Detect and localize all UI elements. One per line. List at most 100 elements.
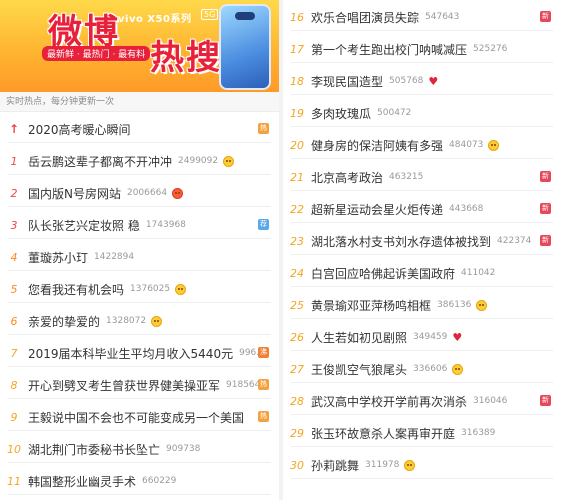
hot-search-item[interactable]: ↑ 2020高考暖心瞬间 热 [0, 116, 279, 143]
rank-number: 27 [290, 362, 304, 376]
hot-badge-icon: 新 [540, 171, 551, 182]
rank-number: 29 [290, 426, 304, 440]
hot-search-item[interactable]: 20 健身房的保洁阿姨有多强 484073 [283, 132, 561, 159]
search-count: 2006664 [126, 188, 168, 198]
hot-search-title[interactable]: 2019届本科毕业生平均月收入5440元 [28, 345, 233, 362]
hot-badge-icon: 热 [258, 379, 269, 390]
hot-search-title[interactable]: 武汉高中学校开学前再次消杀 [311, 393, 467, 410]
network-badge: 5G [201, 9, 219, 20]
hot-search-panel-left: 微博 热搜 vivo X50系列 5G 最新鲜 · 最热门 · 最有料 实时热点… [0, 0, 279, 500]
search-count: 918564 [226, 380, 261, 390]
hot-search-title[interactable]: 湖北荆门市委秘书长坠亡 [28, 441, 160, 458]
hot-search-item[interactable]: 16 欢乐合唱团演员失踪 547643 新 [283, 4, 561, 31]
hot-search-item[interactable]: 8 开心到劈叉考生曾获世界健美操亚军 918564 热 [0, 372, 279, 399]
hot-search-title[interactable]: 王毅说中国不会也不可能变成另一个美国 [28, 409, 244, 426]
hot-search-title[interactable]: 黄景瑜邓亚萍杨鸣相框 [311, 297, 431, 314]
hot-search-title[interactable]: 健身房的保洁阿姨有多强 [311, 137, 443, 154]
hot-search-title[interactable]: 孙莉跳舞 [311, 457, 359, 474]
hot-search-item[interactable]: 10 湖北荆门市委秘书长坠亡 909738 [0, 436, 279, 463]
rank-number: 19 [290, 106, 304, 120]
search-count: 316389 [461, 428, 496, 438]
search-count: 525276 [473, 44, 508, 54]
search-count: 386136 [437, 300, 472, 310]
hot-search-item[interactable]: 26 人生若如初见剧照 349459 ♥ [283, 324, 561, 351]
hot-search-title[interactable]: 超新星运动会星火炬传递 [311, 201, 443, 218]
banner-tagline: 最新鲜 · 最热门 · 最有料 [42, 46, 151, 61]
heart-icon: ♥ [452, 330, 463, 344]
search-count: 2499092 [178, 156, 219, 166]
emoji-icon [404, 459, 416, 471]
rank-number: 9 [10, 410, 18, 424]
weibo-hot-search-banner[interactable]: 微博 热搜 vivo X50系列 5G 最新鲜 · 最热门 · 最有料 [0, 0, 279, 92]
hot-search-list-right: 16 欢乐合唱团演员失踪 547643 新 17 第一个考生跑出校门呐喊减压 525276 1… [283, 4, 561, 500]
hot-search-title[interactable]: 白宫回应哈佛起诉美国政府 [311, 265, 455, 282]
hot-search-item[interactable]: 4 董璇苏小玎 1422894 [0, 244, 279, 271]
hot-badge-icon: 荐 [258, 219, 269, 230]
hot-search-title[interactable]: 开心到劈叉考生曾获世界健美操亚军 [28, 377, 220, 394]
search-count: 505768 [389, 76, 424, 86]
rank-number: 30 [290, 458, 304, 472]
hot-search-item[interactable]: 2 国内版N号房网站 2006664 [0, 180, 279, 207]
hot-search-item[interactable]: 27 王俊凯空气狼尾头 336606 [283, 356, 561, 383]
rank-number: 21 [290, 170, 304, 184]
update-notice: 实时热点，每分钟更新一次 [0, 92, 279, 112]
hot-search-title[interactable]: 北京高考政治 [311, 169, 383, 186]
hot-search-title[interactable]: 王俊凯空气狼尾头 [311, 361, 407, 378]
hot-badge-icon: 热 [258, 123, 269, 134]
hot-search-item[interactable]: 29 张玉环故意杀人案再审开庭 316389 [283, 420, 561, 447]
hot-search-list-left: ↑ 2020高考暖心瞬间热 1 岳云鹏这辈子都离不开冲冲 2499092 2 国内版N号房网… [0, 116, 279, 500]
hot-search-item[interactable]: 28 武汉高中学校开学前再次消杀 316046 新 [283, 388, 561, 415]
hot-search-panel-right: 16 欢乐合唱团演员失踪 547643 新 17 第一个考生跑出校门呐喊减压 525276 1… [283, 0, 561, 500]
search-count: 1376025 [130, 284, 171, 294]
search-count: 443668 [449, 204, 484, 214]
hot-search-title[interactable]: 李现民国造型 [311, 73, 383, 90]
search-count: 311978 [365, 460, 400, 470]
hot-search-item[interactable]: 25 黄景瑜邓亚萍杨鸣相框 386136 [283, 292, 561, 319]
hot-search-title[interactable]: 岳云鹏这辈子都离不开冲冲 [28, 153, 172, 170]
hot-search-title[interactable]: 第一个考生跑出校门呐喊减压 [311, 41, 467, 58]
hot-search-item[interactable]: 6 亲爱的挚爱的 1328072 [0, 308, 279, 335]
hot-badge-icon: 热 [258, 411, 269, 422]
hot-badge-icon: 新 [540, 11, 551, 22]
hot-search-title[interactable]: 韩国整形业幽灵手术 [28, 473, 136, 490]
hot-search-item[interactable]: 30 孙莉跳舞 311978 [283, 452, 561, 479]
search-count: 422374 [497, 236, 532, 246]
hot-search-title[interactable]: 湖北落水村支书刘水存遗体被找到 [311, 233, 491, 250]
rank-number: 7 [10, 346, 18, 360]
rank-number: 8 [10, 378, 18, 392]
rank-number: 5 [10, 282, 18, 296]
hot-badge-icon: 新 [540, 395, 551, 406]
rank-number: 17 [290, 42, 304, 56]
hot-search-title[interactable]: 队长张艺兴定妆照 稳 [28, 217, 140, 234]
hot-search-title[interactable]: 您看我还有机会吗 [28, 281, 124, 298]
hot-search-item[interactable]: 24 白宫回应哈佛起诉美国政府 411042 [283, 260, 561, 287]
hot-search-item[interactable]: 11 韩国整形业幽灵手术 660229 [0, 468, 279, 495]
hot-search-item[interactable]: 7 2019届本科毕业生平均月收入5440元 996... 沸 [0, 340, 279, 367]
hot-search-title[interactable]: 张玉环故意杀人案再审开庭 [311, 425, 455, 442]
rank-number: 26 [290, 330, 304, 344]
emoji-icon [223, 155, 235, 167]
hot-search-item[interactable]: 3 队长张艺兴定妆照 稳 1743968 荐 [0, 212, 279, 239]
rank-number: 23 [290, 234, 304, 248]
hot-search-item[interactable]: 23 湖北落水村支书刘水存遗体被找到 422374 新 [283, 228, 561, 255]
rank-number: 6 [10, 314, 18, 328]
hot-search-title[interactable]: 亲爱的挚爱的 [28, 313, 100, 330]
search-count: 336606 [413, 364, 448, 374]
hot-search-title[interactable]: 国内版N号房网站 [28, 185, 121, 202]
hot-search-title[interactable]: 多肉玫瑰瓜 [311, 105, 371, 122]
hot-search-item[interactable]: 22 超新星运动会星火炬传递 443668 新 [283, 196, 561, 223]
hot-search-title[interactable]: 欢乐合唱团演员失踪 [311, 9, 419, 26]
rank-number: 11 [7, 474, 21, 488]
hot-search-item[interactable]: 1 岳云鹏这辈子都离不开冲冲 2499092 [0, 148, 279, 175]
rank-number: 2 [10, 186, 18, 200]
hot-search-item[interactable]: 17 第一个考生跑出校门呐喊减压 525276 [283, 36, 561, 63]
hot-search-item[interactable]: 18 李现民国造型 505768 ♥ [283, 68, 561, 95]
hot-search-item[interactable]: 9 王毅说中国不会也不可能变成另一个美国 热 [0, 404, 279, 431]
emoji-icon [151, 315, 163, 327]
hot-search-title[interactable]: 董璇苏小玎 [28, 249, 88, 266]
hot-search-title[interactable]: 人生若如初见剧照 [311, 329, 407, 346]
hot-search-item[interactable]: 5 您看我还有机会吗 1376025 [0, 276, 279, 303]
hot-search-item[interactable]: 21 北京高考政治 463215 新 [283, 164, 561, 191]
hot-search-title[interactable]: 2020高考暖心瞬间 [28, 121, 131, 138]
hot-search-item[interactable]: 19 多肉玫瑰瓜 500472 [283, 100, 561, 127]
